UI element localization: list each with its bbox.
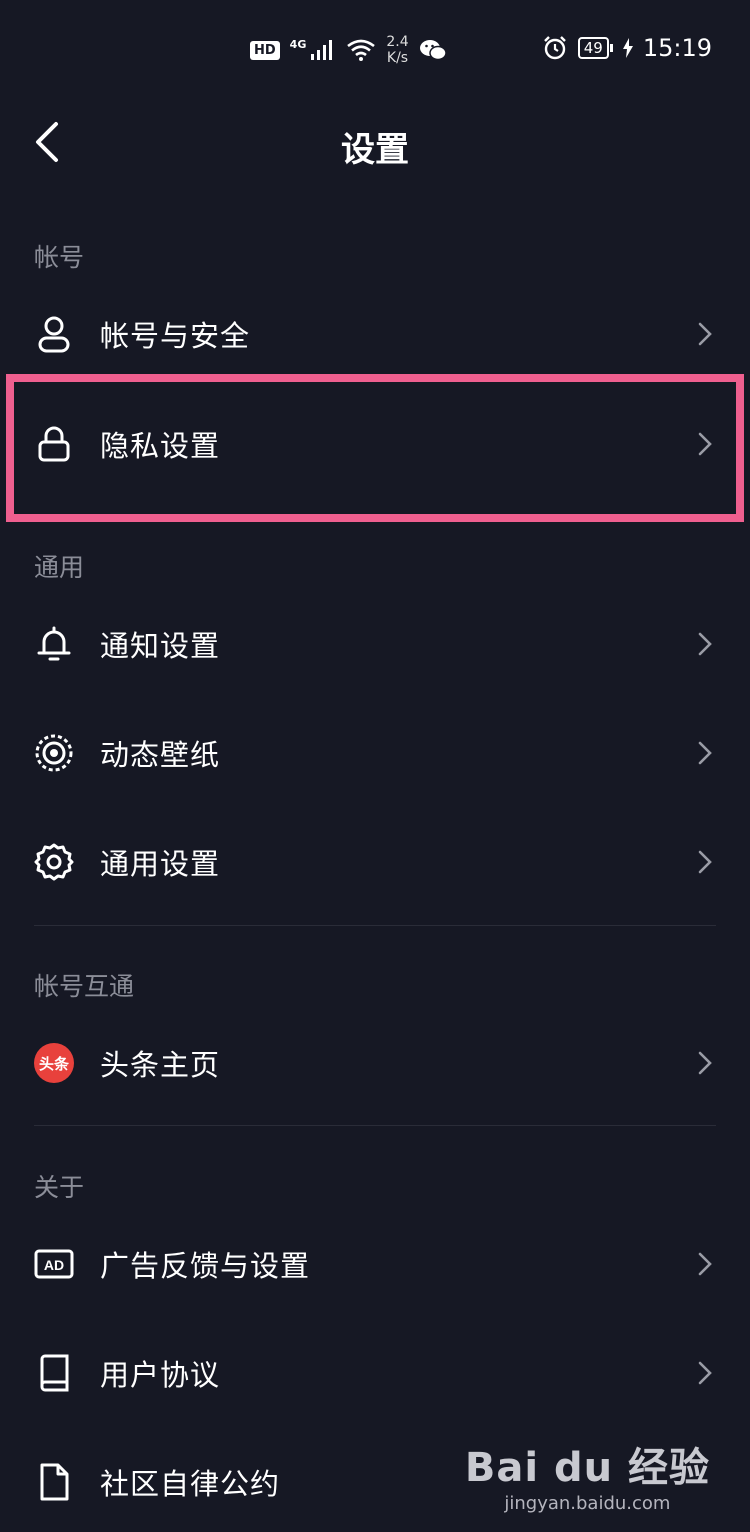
section-label-general: 通用 <box>34 553 85 582</box>
baidu-jingyan-watermark: Bai du 经验 jingyan.baidu.com <box>465 1435 710 1514</box>
network-speed: 2.4 K/s <box>386 34 408 66</box>
section-label-about: 关于 <box>34 1173 85 1202</box>
account-security-label: 帐号与安全 <box>100 319 251 353</box>
clock-time: 15:19 <box>642 34 712 62</box>
wechat-icon <box>419 40 447 61</box>
user-agreement-label: 用户协议 <box>100 1358 221 1392</box>
signal-icon <box>311 40 333 60</box>
gear-icon <box>34 842 74 882</box>
speed-unit: K/s <box>386 50 409 66</box>
community-guidelines-label: 社区自律公约 <box>100 1467 281 1501</box>
account-security-item[interactable]: 帐号与安全 <box>0 280 750 388</box>
notification-settings-item[interactable]: 通知设置 <box>0 590 750 698</box>
chevron-right-icon <box>698 1361 712 1385</box>
battery-level: 49 <box>577 37 609 59</box>
charging-icon <box>622 38 633 58</box>
status-right-group: 49 15:19 <box>542 34 712 62</box>
chevron-right-icon <box>698 322 712 346</box>
ad-icon: AD <box>34 1244 74 1284</box>
ad-feedback-item[interactable]: AD 广告反馈与设置 <box>0 1210 750 1318</box>
toutiao-badge: 头条 <box>34 1043 74 1083</box>
section-label-account: 帐号 <box>34 243 85 272</box>
bell-icon <box>34 624 74 664</box>
toutiao-icon: 头条 <box>34 1043 74 1083</box>
divider <box>34 1125 716 1126</box>
book-icon <box>34 1353 74 1393</box>
ad-feedback-label: 广告反馈与设置 <box>100 1249 311 1283</box>
user-agreement-item[interactable]: 用户协议 <box>0 1319 750 1427</box>
chevron-right-icon <box>698 850 712 874</box>
highlight-frame <box>6 374 744 522</box>
settings-page: HD 4G 2.4 K/s 49 15:19 设置 帐号 帐号与安全 隐私设置 … <box>0 0 750 1532</box>
section-label-linked: 帐号互通 <box>34 972 135 1001</box>
user-icon <box>34 314 74 354</box>
live-wallpaper-label: 动态壁纸 <box>100 738 221 772</box>
battery-indicator: 49 <box>577 37 613 59</box>
alarm-icon <box>543 36 566 60</box>
wallpaper-icon <box>34 733 74 773</box>
ad-icon-text: AD <box>44 1257 64 1273</box>
general-settings-label: 通用设置 <box>100 847 221 881</box>
toutiao-home-item[interactable]: 头条 头条主页 <box>0 1009 750 1117</box>
live-wallpaper-item[interactable]: 动态壁纸 <box>0 699 750 807</box>
watermark-logo: Bai du 经验 <box>464 1445 710 1491</box>
notification-settings-label: 通知设置 <box>100 629 221 663</box>
battery-tip <box>609 44 613 52</box>
page-title: 设置 <box>341 130 409 170</box>
hd-badge: HD <box>250 40 280 60</box>
wifi-icon <box>347 39 376 61</box>
network-type: 4G <box>289 38 307 51</box>
watermark-url: jingyan.baidu.com <box>504 1493 671 1514</box>
speed-value: 2.4 <box>386 34 409 50</box>
toutiao-home-label: 头条主页 <box>100 1048 221 1082</box>
divider <box>34 925 716 926</box>
status-left-group: HD 4G 2.4 K/s <box>250 34 447 66</box>
chevron-right-icon <box>698 741 712 765</box>
header: 设置 <box>0 110 750 180</box>
chevron-right-icon <box>698 1051 712 1075</box>
general-settings-item[interactable]: 通用设置 <box>0 808 750 916</box>
chevron-right-icon <box>698 1252 712 1276</box>
chevron-right-icon <box>698 632 712 656</box>
document-icon <box>34 1462 74 1502</box>
status-bar: HD 4G 2.4 K/s 49 15:19 <box>0 0 750 110</box>
